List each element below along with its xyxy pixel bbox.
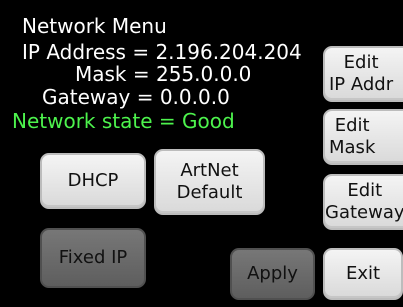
exit-button-label: Exit [345,263,381,285]
network-state-status: Network state = Good [12,109,235,133]
apply-button[interactable]: Apply [230,248,315,300]
edit-ip-address-button[interactable]: Edit IP Addr [323,46,403,102]
edit-mask-label-line2: Mask [329,137,376,158]
artnet-default-label-line1: ArtNet [180,160,239,182]
edit-mask-label-line1: Edit [334,115,370,137]
edit-gateway-label-line1: Edit [347,180,383,202]
edit-mask-button[interactable]: Edit Mask [323,109,403,165]
artnet-default-label-line2: Default [176,182,243,203]
ip-address-readout: IP Address = 2.196.204.204 [22,40,302,64]
fixed-ip-button-label: Fixed IP [58,247,128,269]
dhcp-button[interactable]: DHCP [40,153,146,209]
network-menu-screen: Network Menu IP Address = 2.196.204.204 … [0,0,403,307]
exit-button[interactable]: Exit [323,248,403,300]
fixed-ip-button[interactable]: Fixed IP [40,228,146,288]
artnet-default-button[interactable]: ArtNet Default [154,149,265,215]
edit-ip-label-line1: Edit [343,52,379,74]
apply-button-label: Apply [247,263,298,285]
dhcp-button-label: DHCP [67,170,119,192]
gateway-readout: Gateway = 0.0.0.0 [42,85,230,109]
edit-ip-label-line2: IP Addr [329,74,394,95]
edit-gateway-button[interactable]: Edit Gateway [323,174,403,230]
edit-gateway-label-line2: Gateway [325,202,403,223]
page-title: Network Menu [22,14,167,38]
mask-readout: Mask = 255.0.0.0 [75,62,252,86]
